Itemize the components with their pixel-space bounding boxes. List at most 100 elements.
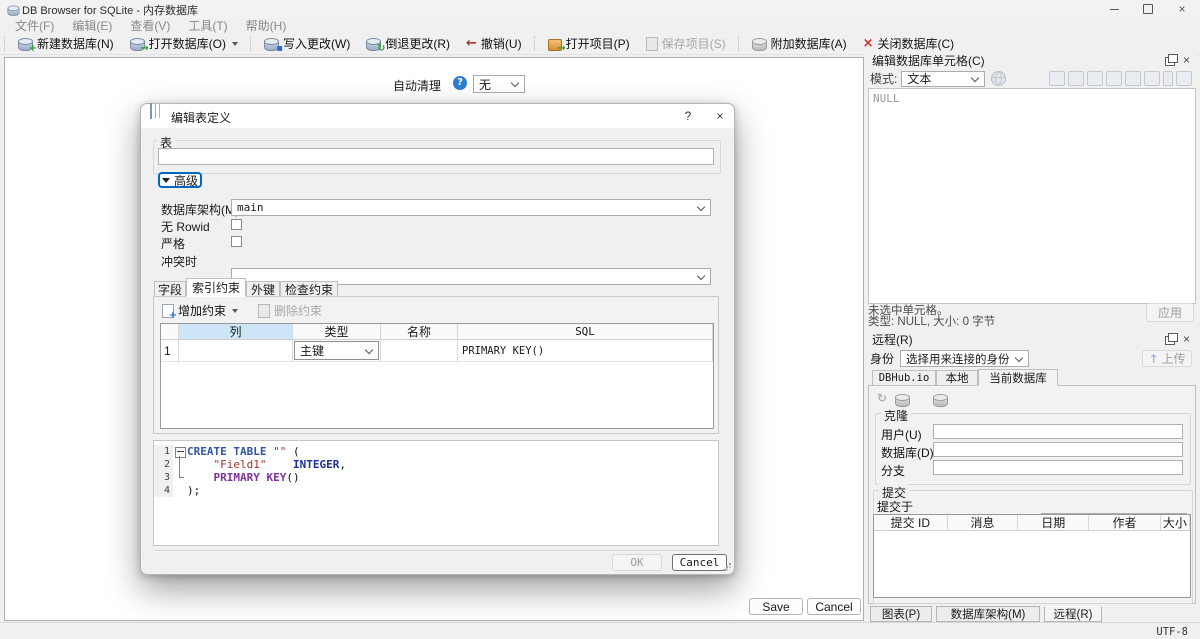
without-rowid-checkbox[interactable] (231, 219, 242, 230)
auto-vacuum-select[interactable]: 无 (473, 75, 525, 93)
commits-header-id[interactable]: 提交 ID (874, 515, 948, 531)
dialog-separator (155, 550, 717, 552)
advanced-toggle-button[interactable]: 高级 (158, 172, 202, 188)
constraint-name-cell[interactable] (381, 340, 458, 362)
cell-info-line1: 未选中单元格。 (868, 306, 949, 316)
identity-select[interactable]: 选择用来连接的身份 (900, 350, 1029, 367)
tab-index-constraints[interactable]: 索引约束 (186, 278, 246, 297)
close-icon: × (1178, 3, 1185, 15)
close-database-button[interactable]: × 关闭数据库(C) (855, 34, 963, 54)
edit-cell-panel-title: 编辑数据库单元格(C) (866, 52, 985, 69)
write-changes-button[interactable]: ▪ 写入更改(W) (256, 34, 358, 54)
open-database-icon: → (130, 40, 145, 51)
open-database-button[interactable]: → 打开数据库(O) (122, 34, 246, 54)
menu-tools[interactable]: 工具(T) (179, 17, 236, 34)
on-conflict-label: 冲突时 (161, 253, 197, 270)
open-text-icon (1049, 71, 1065, 86)
upload-button: ↑ 上传 (1142, 350, 1192, 367)
close-button[interactable]: × (1166, 0, 1198, 18)
menu-view[interactable]: 查看(V) (121, 17, 179, 34)
sql-preview-editor[interactable]: 1 CREATE TABLE "" ( 2 "Field1" INTEGER, … (153, 440, 719, 546)
constraint-column-cell[interactable] (179, 340, 293, 362)
close-panel-icon[interactable]: × (1183, 333, 1190, 345)
tab-foreign-keys[interactable]: 外键 (246, 281, 280, 297)
new-database-icon: + (18, 40, 33, 51)
auto-vacuum-help-icon[interactable]: ? (453, 76, 467, 90)
tab-local[interactable]: 本地 (936, 370, 978, 386)
add-constraint-dropdown-icon[interactable] (232, 309, 238, 313)
strict-label: 严格 (161, 235, 185, 252)
tab-remote[interactable]: 远程(R) (1044, 606, 1102, 622)
float-panel-icon[interactable] (1165, 57, 1175, 66)
tab-dbhub[interactable]: DBHub.io (872, 370, 936, 386)
open-database-dropdown-icon[interactable] (232, 42, 238, 46)
close-panel-icon[interactable]: × (1183, 54, 1190, 66)
table-name-input[interactable] (158, 148, 714, 165)
encoding-indicator[interactable]: UTF-8 (1156, 626, 1188, 638)
user-label: 用户(U) (881, 426, 922, 443)
revert-changes-button[interactable]: ↻ 倒退更改(R) (358, 34, 458, 54)
add-constraint-icon: + (162, 304, 174, 318)
pragma-save-button[interactable]: Save (749, 598, 803, 615)
mode-label: 模式: (870, 70, 897, 87)
constraint-type-select[interactable]: 主键 (294, 341, 379, 360)
tab-plot[interactable]: 图表(P) (870, 606, 932, 622)
dialog-cancel-button[interactable]: Cancel (672, 554, 727, 571)
schema-select[interactable]: main (231, 199, 711, 216)
close-database-icon: × (863, 37, 874, 50)
name-header[interactable]: 名称 (381, 324, 458, 340)
menu-help[interactable]: 帮助(H) (237, 17, 296, 34)
commits-table[interactable]: 提交 ID 消息 日期 作者 大小 (873, 514, 1191, 598)
tab-database-schema[interactable]: 数据库架构(M) (936, 606, 1040, 622)
copy-cell-icon (1087, 71, 1103, 86)
commits-header-message[interactable]: 消息 (948, 515, 1019, 531)
commits-header-size[interactable]: 大小 (1161, 515, 1190, 531)
constraint-sql-cell[interactable]: PRIMARY KEY() (458, 340, 713, 362)
menu-edit[interactable]: 编辑(E) (63, 17, 121, 34)
user-input[interactable] (933, 424, 1183, 439)
remove-constraint-button: 删除约束 (258, 302, 322, 319)
attach-database-button[interactable]: 附加数据库(A) (744, 34, 855, 54)
sql-header[interactable]: SQL (458, 324, 713, 340)
fold-column (173, 445, 187, 458)
export-cell-icon (1144, 71, 1160, 86)
float-panel-icon[interactable] (1165, 336, 1175, 345)
branch-input[interactable] (933, 460, 1183, 475)
commits-header-author[interactable]: 作者 (1089, 515, 1161, 531)
open-project-icon: → (548, 39, 562, 51)
menu-file[interactable]: 文件(F) (6, 17, 63, 34)
database-input[interactable] (933, 442, 1183, 457)
type-header[interactable]: 类型 (293, 324, 381, 340)
strict-checkbox[interactable] (231, 236, 242, 247)
window-title: DB Browser for SQLite - 内存数据库 (22, 2, 198, 18)
tab-fields[interactable]: 字段 (154, 281, 186, 297)
dialog-help-button[interactable]: ? (675, 104, 701, 128)
dialog-close-button[interactable]: × (707, 104, 733, 128)
constraint-row[interactable]: 1 主键 PRIMARY KEY() (161, 340, 713, 362)
dialog-resize-grip[interactable] (722, 562, 732, 572)
minimize-button[interactable] (1098, 0, 1130, 18)
pragma-cancel-button[interactable]: Cancel (807, 598, 861, 615)
commits-header-date[interactable]: 日期 (1018, 515, 1089, 531)
tab-check-constraints[interactable]: 检查约束 (280, 281, 338, 297)
undo-button[interactable]: ← 撤销(U) (458, 34, 530, 54)
constraints-tab-pane: + 增加约束 删除约束 列 类型 名称 SQL 1 主键 (153, 296, 719, 434)
add-constraint-button[interactable]: + 增加约束 (162, 302, 238, 319)
undo-icon: ← (466, 37, 477, 50)
database-label: 数据库(D) (881, 444, 934, 461)
edit-cell-panel-titlebar: 编辑数据库单元格(C) × (866, 52, 1196, 68)
constraints-table[interactable]: 列 类型 名称 SQL 1 主键 PRIMARY KEY() (160, 323, 714, 429)
table-icon (150, 103, 152, 119)
mode-select[interactable]: 文本 (901, 71, 985, 87)
cell-value: NULL (873, 92, 900, 105)
open-project-button[interactable]: → 打开项目(P) (540, 34, 638, 54)
fold-collapse-icon[interactable] (175, 447, 186, 458)
new-database-button[interactable]: + 新建数据库(N) (10, 34, 122, 54)
tab-current-database[interactable]: 当前数据库 (978, 369, 1058, 386)
column-header[interactable]: 列 (179, 324, 293, 340)
attach-database-icon (752, 40, 767, 51)
constraint-type-cell[interactable]: 主键 (293, 340, 381, 362)
cell-editor-area[interactable]: NULL (868, 88, 1196, 304)
maximize-button[interactable] (1132, 0, 1164, 18)
revert-changes-icon: ↻ (366, 40, 381, 51)
